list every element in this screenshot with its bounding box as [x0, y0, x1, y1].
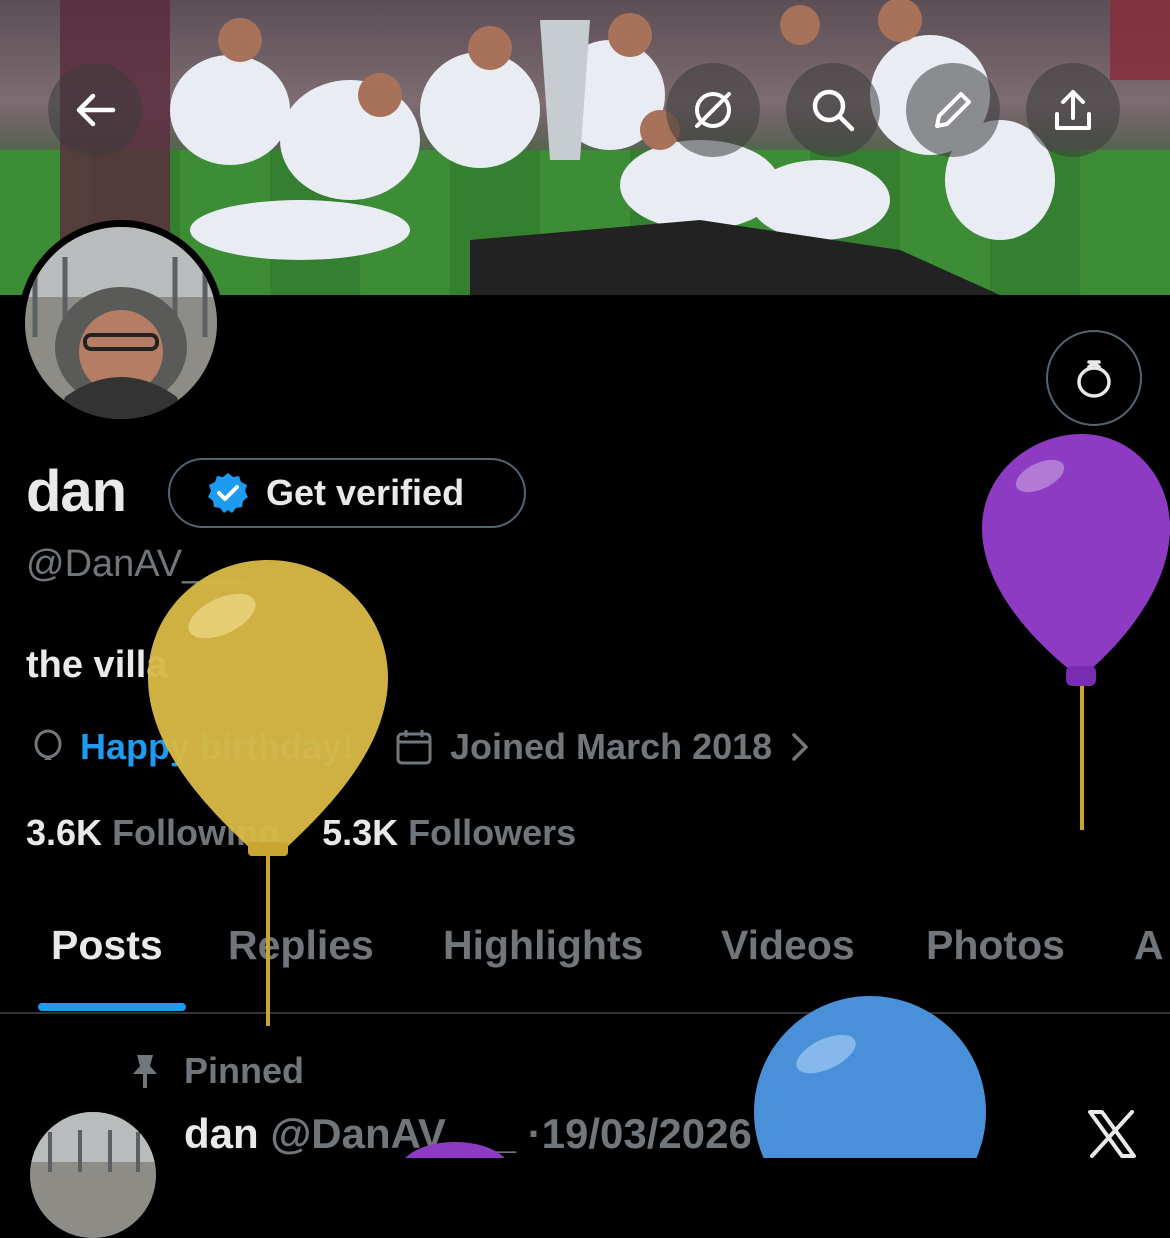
joined-date[interactable]: Joined March 2018: [450, 726, 772, 768]
pinned-label: Pinned: [184, 1050, 305, 1091]
profile-name: dan: [26, 459, 127, 524]
calendar-icon: [396, 730, 432, 765]
tab-videos[interactable]: Videos: [721, 922, 855, 969]
verified-badge-icon: [208, 473, 248, 513]
grok-icon: [695, 92, 731, 128]
purple-balloon: [982, 434, 1170, 830]
tab-articles[interactable]: A: [1134, 922, 1164, 969]
balloon-icon: [34, 729, 62, 760]
search-icon: [812, 89, 855, 132]
get-verified-label: Get verified: [266, 472, 465, 513]
post-date[interactable]: ·19/03/2026: [528, 1110, 752, 1157]
yellow-balloon: [148, 560, 388, 1026]
birthday-button[interactable]: [1046, 330, 1142, 426]
x-logo-icon: [1088, 1110, 1136, 1158]
post-avatar-photo: [30, 1112, 156, 1238]
pinned-indicator: Pinned: [128, 1050, 304, 1092]
search-button[interactable]: [786, 63, 880, 157]
pin-icon: [133, 1055, 157, 1088]
followers-label: Followers: [408, 812, 577, 853]
edit-button[interactable]: [906, 63, 1000, 157]
tab-photos[interactable]: Photos: [926, 922, 1065, 969]
following-count: 3.6K: [26, 812, 103, 853]
balloon-icon: [1077, 360, 1111, 398]
purple-balloon-partial: [405, 1142, 505, 1158]
get-verified-button[interactable]: Get verified: [168, 458, 526, 528]
pencil-icon: [935, 92, 971, 128]
back-arrow-icon: [76, 93, 116, 127]
post-author-name[interactable]: dan: [184, 1110, 259, 1157]
share-icon: [1055, 90, 1091, 130]
blue-balloon: [754, 996, 986, 1158]
profile-avatar[interactable]: [18, 220, 224, 426]
tab-highlights[interactable]: Highlights: [443, 922, 643, 969]
avatar-photo: [25, 227, 217, 419]
back-button[interactable]: [48, 63, 142, 157]
post-author-avatar[interactable]: [30, 1112, 156, 1238]
grok-button[interactable]: [666, 63, 760, 157]
chevron-right-icon[interactable]: [786, 729, 814, 765]
share-button[interactable]: [1026, 63, 1120, 157]
